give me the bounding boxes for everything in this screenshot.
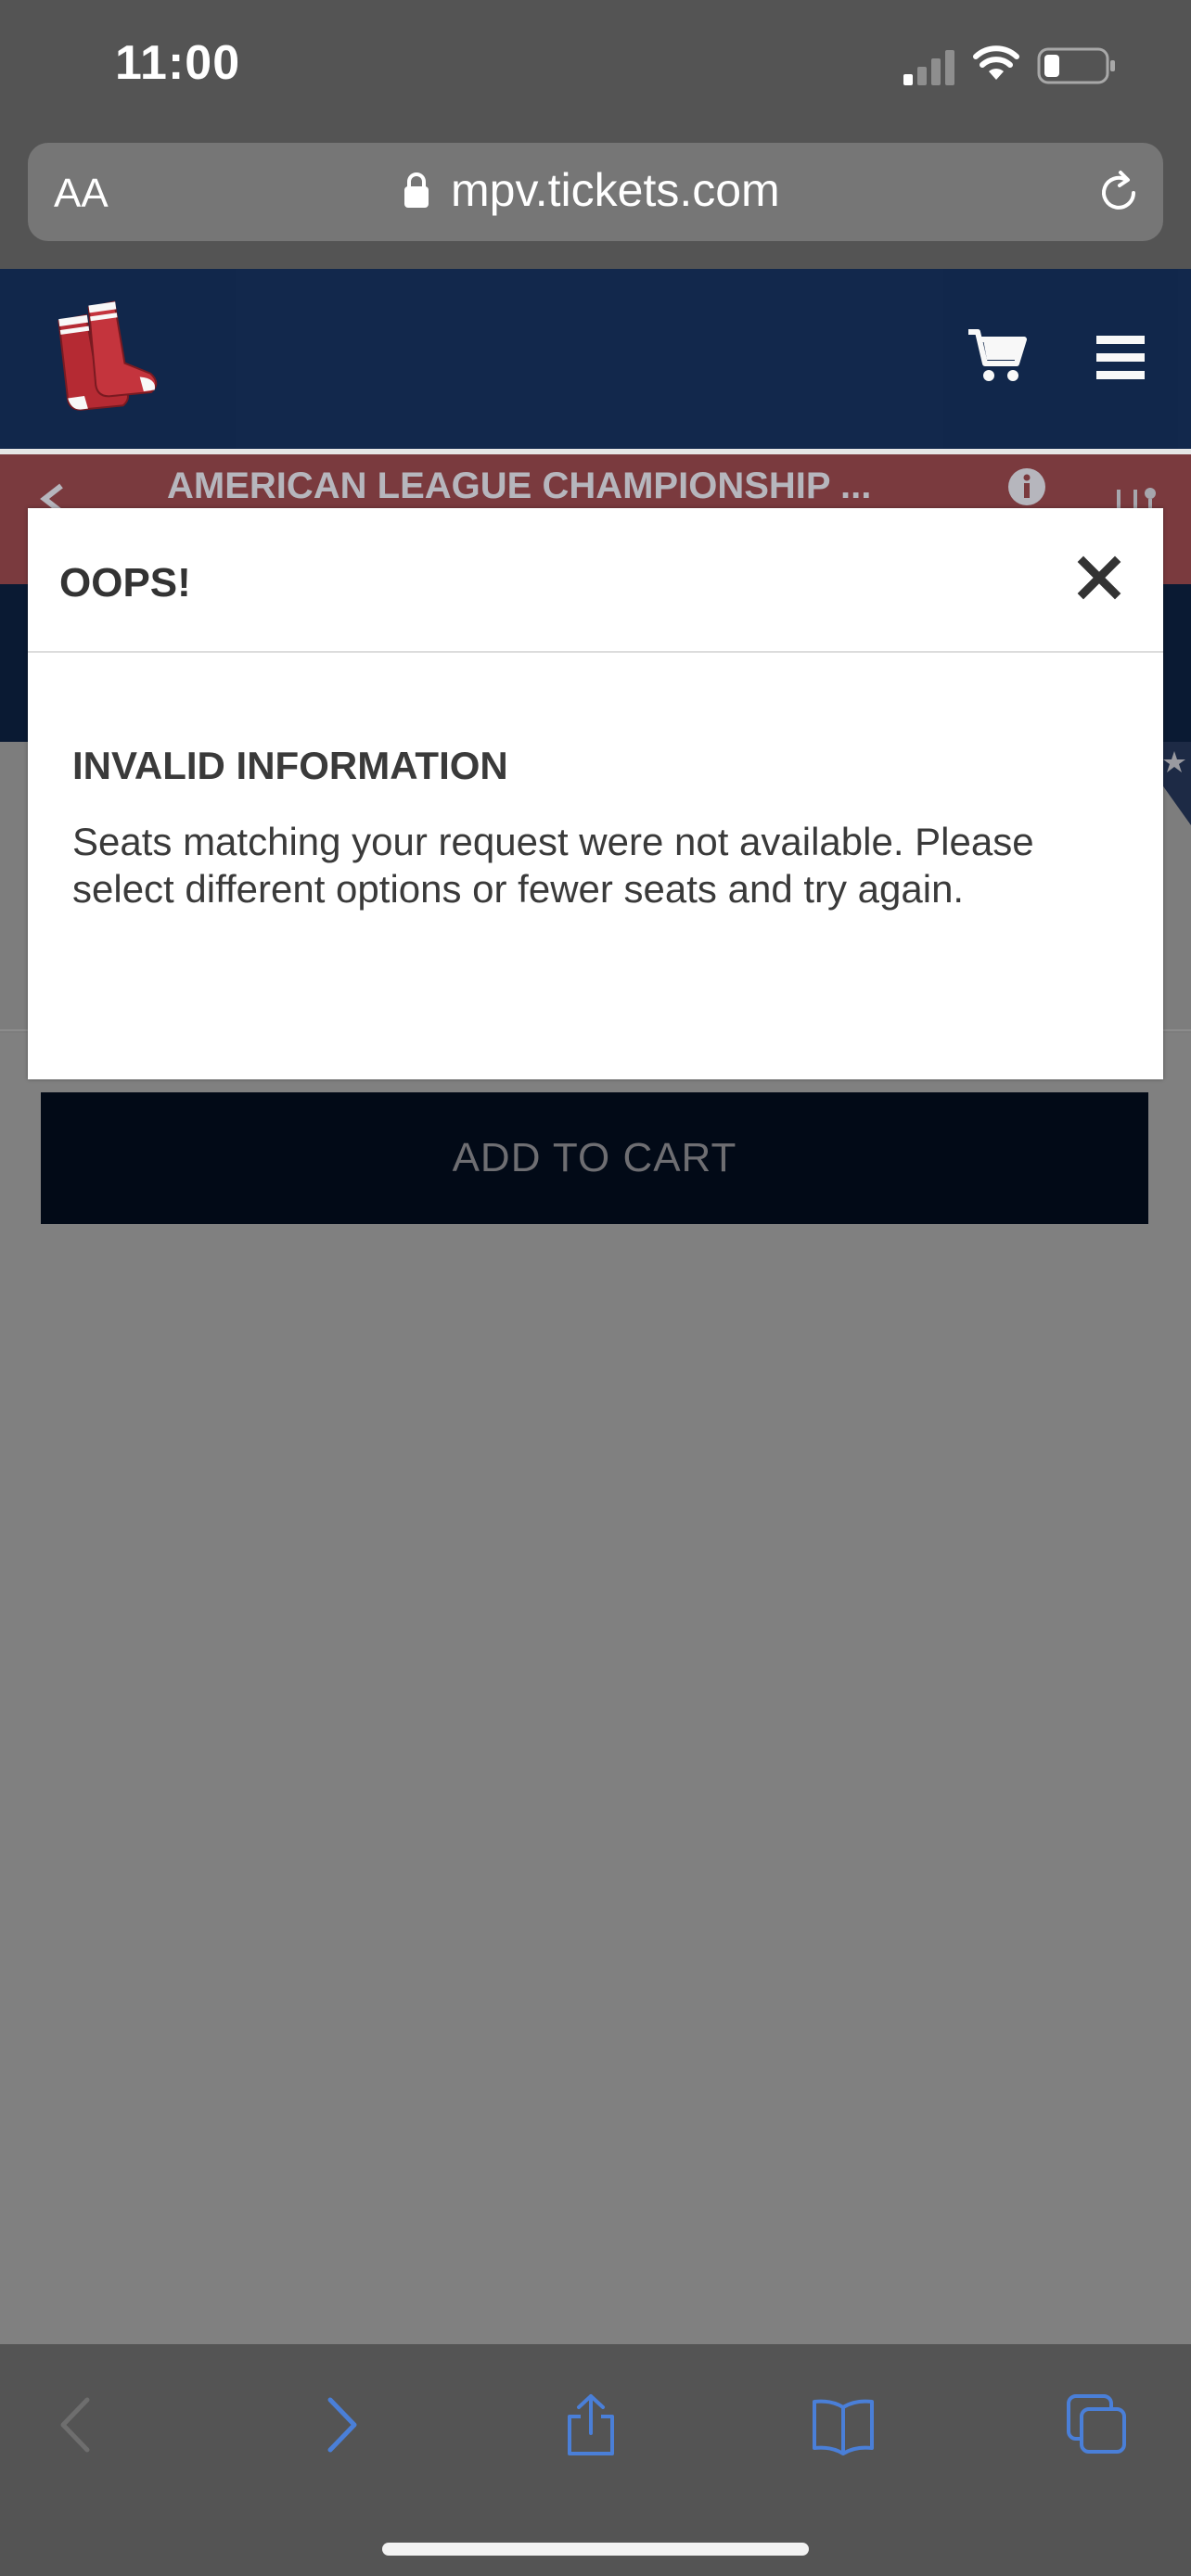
back-icon[interactable] <box>46 2392 111 2457</box>
hamburger-menu-icon[interactable] <box>1095 334 1146 382</box>
reload-icon[interactable] <box>1095 169 1143 217</box>
add-to-cart-button[interactable]: ADD TO CART <box>41 1092 1148 1224</box>
bookmarks-icon[interactable] <box>811 2392 876 2457</box>
status-time: 11:00 <box>115 36 241 90</box>
home-indicator[interactable] <box>382 2543 809 2556</box>
info-icon[interactable] <box>1007 467 1046 506</box>
modal-title: OOPS! <box>59 560 191 606</box>
close-icon[interactable] <box>1076 555 1122 601</box>
modal-heading: INVALID INFORMATION <box>72 744 508 787</box>
share-icon[interactable] <box>558 2392 623 2457</box>
browser-toolbar <box>0 2344 1191 2576</box>
address-bar[interactable]: AA mpv.tickets.com <box>28 143 1163 241</box>
site-header <box>0 269 1191 449</box>
cart-icon[interactable] <box>967 326 1028 384</box>
tabs-icon[interactable] <box>1065 2392 1130 2457</box>
event-title: AMERICAN LEAGUE CHAMPIONSHIP ... <box>167 465 872 506</box>
wifi-icon <box>973 45 1019 80</box>
text-size-button[interactable]: AA <box>54 171 109 217</box>
browser-address-area: AA mpv.tickets.com <box>0 132 1191 269</box>
error-modal: OOPS! INVALID INFORMATION Seats matching… <box>28 508 1163 1079</box>
cellular-signal-icon <box>903 50 954 85</box>
url-text[interactable]: mpv.tickets.com <box>451 163 780 217</box>
page: 11:00 AA mpv.tickets.com AMERICAN LEAGUE… <box>0 0 1191 2576</box>
modal-message: Seats matching your request were not ava… <box>72 820 1034 911</box>
status-bar: 11:00 <box>0 0 1191 132</box>
red-sox-logo[interactable] <box>37 297 169 427</box>
lock-icon <box>404 172 429 208</box>
modal-header: OOPS! <box>28 508 1163 653</box>
forward-icon[interactable] <box>306 2392 371 2457</box>
battery-icon <box>1037 47 1115 84</box>
